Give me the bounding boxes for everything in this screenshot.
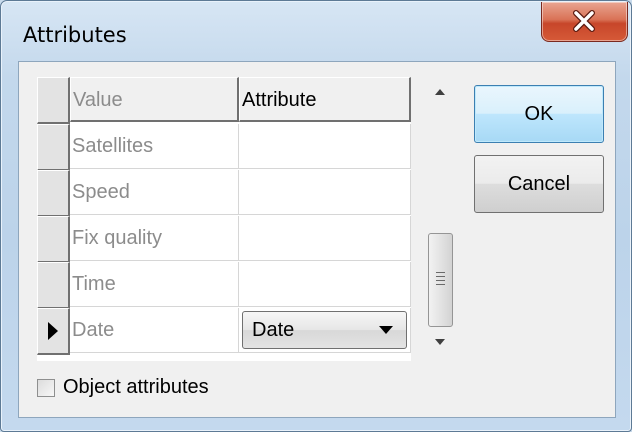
attribute-cell[interactable]	[239, 262, 411, 307]
row-selector[interactable]	[37, 262, 70, 309]
attributes-dialog: Attributes Value Attribute Satellites Sp…	[0, 0, 632, 432]
dialog-title: Attributes	[23, 23, 127, 47]
grip-line	[436, 272, 445, 273]
dialog-client-area: Value Attribute Satellites Speed Fix qua…	[18, 61, 616, 418]
table-row[interactable]: Satellites	[37, 124, 411, 171]
table-row-current[interactable]: Date Date	[37, 308, 411, 355]
column-header-value[interactable]: Value	[70, 77, 239, 122]
grip-line	[436, 276, 445, 277]
close-button[interactable]	[541, 2, 628, 42]
scroll-up-arrow-icon	[435, 89, 445, 95]
object-attributes-checkbox[interactable]	[37, 379, 55, 397]
attribute-cell[interactable]	[239, 170, 411, 215]
row-selector[interactable]	[37, 216, 70, 263]
grid-vertical-scrollbar[interactable]	[423, 77, 457, 361]
grid-header-row: Value Attribute	[37, 77, 411, 124]
scroll-thumb[interactable]	[428, 233, 453, 327]
grip-line	[436, 280, 445, 281]
value-cell: Time	[70, 262, 239, 307]
table-row[interactable]: Speed	[37, 170, 411, 217]
right-triangle-pointer-icon	[48, 322, 58, 340]
column-header-attribute[interactable]: Attribute	[239, 77, 411, 122]
table-row[interactable]: Fix quality	[37, 216, 411, 263]
attribute-dropdown[interactable]: Date	[242, 311, 407, 349]
object-attributes-label[interactable]: Object attributes	[63, 376, 209, 399]
ok-button[interactable]: OK	[474, 85, 604, 143]
scroll-down-arrow-icon	[435, 339, 445, 345]
close-x-icon	[573, 10, 595, 32]
row-selector[interactable]	[37, 124, 70, 171]
scroll-up-button[interactable]	[423, 77, 457, 111]
attribute-cell[interactable]	[239, 124, 411, 169]
scroll-down-button[interactable]	[423, 327, 457, 361]
grip-line	[436, 284, 445, 285]
value-cell: Date	[70, 308, 239, 353]
scroll-track[interactable]	[423, 111, 457, 327]
header-row-selector	[37, 77, 70, 124]
row-selector[interactable]	[37, 308, 70, 355]
attribute-dropdown-value: Date	[252, 319, 295, 341]
cancel-button[interactable]: Cancel	[474, 155, 604, 213]
chevron-down-icon	[379, 326, 393, 334]
attributes-grid: Value Attribute Satellites Speed Fix qua…	[37, 77, 411, 361]
row-selector[interactable]	[37, 170, 70, 217]
value-cell: Speed	[70, 170, 239, 215]
value-cell: Fix quality	[70, 216, 239, 261]
attribute-cell[interactable]	[239, 216, 411, 261]
table-row[interactable]: Time	[37, 262, 411, 309]
value-cell: Satellites	[70, 124, 239, 169]
